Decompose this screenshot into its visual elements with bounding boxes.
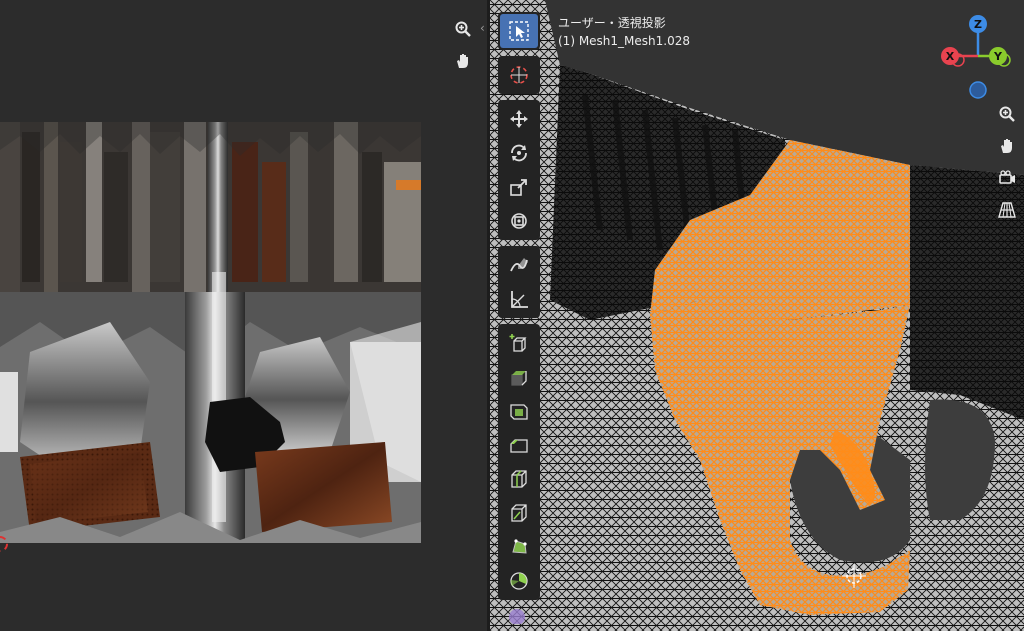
- tool-group-select: [498, 12, 540, 50]
- tool-group-annotate: [498, 246, 540, 318]
- knife-icon[interactable]: [500, 496, 538, 530]
- add-cube-icon[interactable]: [500, 326, 538, 360]
- move-icon[interactable]: [500, 102, 538, 136]
- smooth-icon[interactable]: [498, 606, 536, 624]
- loop-cut-icon[interactable]: [500, 462, 538, 496]
- select-box-icon[interactable]: [500, 14, 538, 48]
- tool-shelf: [498, 12, 540, 624]
- collapse-arrow[interactable]: ‹: [480, 21, 485, 35]
- rotate-icon[interactable]: [500, 136, 538, 170]
- annotate-icon[interactable]: [500, 248, 538, 282]
- active-object-label: (1) Mesh1_Mesh1.028: [558, 34, 690, 48]
- cursor-icon[interactable]: [500, 58, 538, 92]
- view-mode-label: ユーザー・透視投影: [558, 16, 666, 30]
- spin-icon[interactable]: [500, 564, 538, 598]
- tool-group-mesh: [498, 324, 540, 600]
- zoom-in-icon[interactable]: [993, 100, 1021, 128]
- scale-icon[interactable]: [500, 170, 538, 204]
- hand-pan-icon[interactable]: [449, 47, 477, 75]
- tool-group-transform: [498, 100, 540, 240]
- hand-pan-icon[interactable]: [993, 132, 1021, 160]
- transform-icon[interactable]: [500, 204, 538, 238]
- perspective-grid-icon[interactable]: [993, 196, 1021, 224]
- poly-build-icon[interactable]: [500, 530, 538, 564]
- uv-editor[interactable]: ‹: [0, 0, 487, 631]
- measure-icon[interactable]: [500, 282, 538, 316]
- inset-icon[interactable]: [500, 394, 538, 428]
- uv-texture-image: [0, 122, 421, 543]
- extrude-icon[interactable]: [500, 360, 538, 394]
- camera-icon[interactable]: [993, 164, 1021, 192]
- gizmo-y-axis[interactable]: Y: [989, 47, 1007, 65]
- gizmo-x-axis[interactable]: X: [941, 47, 959, 65]
- 3d-viewport[interactable]: ユーザー・透視投影 (1) Mesh1_Mesh1.028 Z Y X: [490, 0, 1024, 631]
- gizmo-z-axis[interactable]: Z: [969, 15, 987, 33]
- blender-window: ‹ ユーザー・透視投影 (1) Mesh1_Mesh1.028 Z Y X: [0, 0, 1024, 631]
- navigation-gizmo[interactable]: Z Y X: [938, 12, 1018, 102]
- zoom-in-icon[interactable]: [449, 15, 477, 43]
- bevel-icon[interactable]: [500, 428, 538, 462]
- tool-group-cursor: [498, 56, 540, 94]
